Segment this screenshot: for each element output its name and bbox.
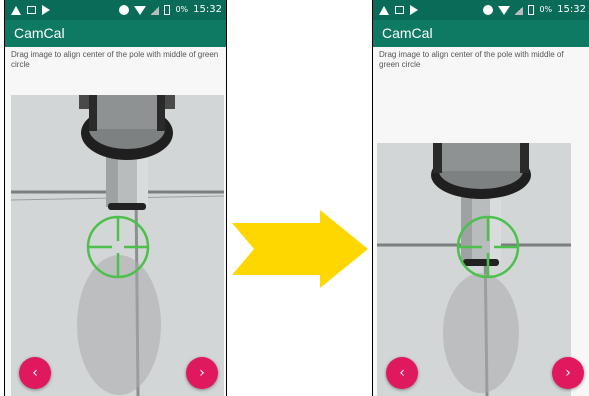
wifi-icon — [134, 5, 147, 15]
warning-icon — [11, 5, 21, 15]
camera-photo — [11, 95, 224, 396]
next-button[interactable]: › — [552, 357, 584, 389]
warning-icon — [379, 5, 389, 15]
signal-icon — [515, 5, 524, 15]
battery-percent: 0% — [539, 5, 553, 14]
battery-percent: 0% — [175, 5, 189, 14]
status-bar: 0% 15:32 — [373, 0, 589, 20]
instruction-text: Drag image to align center of the pole w… — [11, 50, 219, 69]
battery-icon — [164, 5, 171, 15]
draggable-camera-image[interactable] — [11, 95, 224, 396]
previous-button[interactable]: ‹ — [386, 357, 418, 389]
circle-icon — [483, 5, 494, 15]
next-button[interactable]: › — [186, 357, 218, 389]
battery-icon — [528, 5, 535, 15]
phone-screen-before: 0% 15:32 CamCal Drag image to align cent… — [4, 0, 227, 396]
circle-icon — [119, 5, 130, 15]
arrow-right-icon — [232, 210, 368, 288]
image-icon — [395, 6, 404, 14]
wifi-icon — [498, 5, 511, 15]
image-icon — [27, 6, 36, 14]
previous-button[interactable]: ‹ — [19, 357, 51, 389]
app-title: CamCal — [373, 20, 589, 47]
status-time: 15:32 — [557, 4, 586, 15]
signal-icon — [151, 5, 160, 15]
play-icon — [42, 5, 50, 15]
instruction-text: Drag image to align center of the pole w… — [379, 50, 564, 69]
status-time: 15:32 — [193, 4, 222, 15]
status-bar: 0% 15:32 — [5, 0, 226, 20]
app-title: CamCal — [5, 20, 226, 47]
play-icon — [410, 5, 418, 15]
phone-screen-after: 0% 15:32 CamCal Drag image to align cent… — [372, 0, 589, 396]
